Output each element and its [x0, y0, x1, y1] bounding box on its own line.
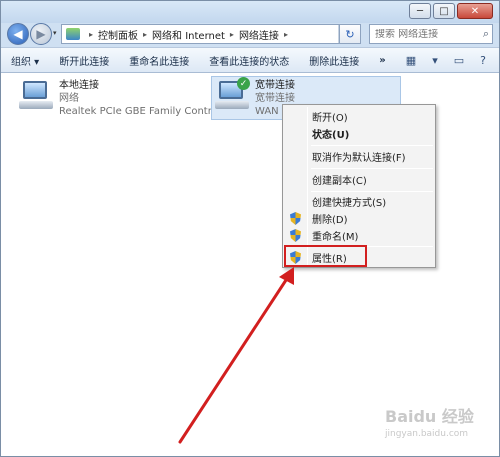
navigation-bar: ◀ ▶ ▾ ▸ 控制面板 ▸ 网络和 Internet ▸ 网络连接 ▸ ▾ ↻…	[1, 21, 499, 47]
menu-separator	[311, 168, 433, 169]
address-bar[interactable]: ▸ 控制面板 ▸ 网络和 Internet ▸ 网络连接 ▸ ▾	[61, 24, 361, 44]
menu-item-create-copy[interactable]: 创建副本(C)	[285, 171, 433, 188]
toolbar-icons: ▦ ▾ ▭ ?	[403, 52, 491, 68]
disconnect-button[interactable]: 断开此连接	[59, 53, 109, 68]
connected-check-icon: ✓	[237, 77, 250, 90]
help-icon[interactable]: ?	[475, 52, 491, 68]
connection-device: Realtek PCIe GBE Family Contr...	[59, 106, 221, 117]
rename-button[interactable]: 重命名此连接	[129, 53, 189, 68]
network-connections-window: ─ □ ✕ ◀ ▶ ▾ ▸ 控制面板 ▸ 网络和 Internet ▸ 网络连接…	[0, 0, 500, 457]
organize-menu[interactable]: 组织 ▾	[11, 53, 39, 68]
local-connection-item[interactable]: 本地连接 网络 Realtek PCIe GBE Family Contr...	[19, 79, 220, 118]
breadcrumb-separator-icon[interactable]: ▸	[143, 30, 147, 39]
menu-item-label: 删除(D)	[312, 215, 348, 226]
network-adapter-icon	[19, 79, 55, 113]
more-commands-button[interactable]: »	[379, 55, 385, 66]
watermark-url: jingyan.baidu.com	[385, 429, 469, 439]
breadcrumb-network-internet[interactable]: 网络和 Internet	[152, 27, 225, 42]
delete-button[interactable]: 删除此连接	[309, 53, 359, 68]
view-status-button[interactable]: 查看此连接的状态	[209, 53, 289, 68]
breadcrumb-control-panel[interactable]: 控制面板	[98, 27, 138, 42]
search-box[interactable]: ⌕	[369, 24, 493, 44]
preview-pane-icon[interactable]: ▭	[451, 52, 467, 68]
breadcrumb-network-connections[interactable]: 网络连接	[239, 27, 279, 42]
menu-separator	[311, 145, 433, 146]
connection-name: 本地连接	[59, 80, 99, 91]
forward-arrow-icon[interactable]: ▶	[30, 23, 52, 45]
menu-separator	[311, 191, 433, 192]
connection-name: 宽带连接	[255, 80, 295, 91]
context-menu: 断开(O) 状态(U) 取消作为默认连接(F) 创建副本(C) 创建快捷方式(S…	[282, 104, 436, 268]
connection-network: 网络	[59, 93, 79, 104]
close-button[interactable]: ✕	[457, 3, 493, 19]
window-controls: ─ □ ✕	[409, 3, 493, 19]
menu-item-delete[interactable]: 删除(D)	[285, 210, 433, 227]
broadband-adapter-icon: ✓	[215, 77, 251, 113]
menu-item-rename[interactable]: 重命名(M)	[285, 227, 433, 244]
menu-item-label: 重命名(M)	[312, 232, 359, 243]
menu-item-create-shortcut[interactable]: 创建快捷方式(S)	[285, 193, 433, 210]
uac-shield-icon	[290, 229, 301, 242]
recent-pages-dropdown-icon[interactable]: ▾	[53, 29, 57, 37]
menu-item-cancel-default[interactable]: 取消作为默认连接(F)	[285, 148, 433, 165]
view-options-icon[interactable]: ▦	[403, 52, 419, 68]
title-bar: ─ □ ✕	[1, 1, 499, 23]
search-input[interactable]	[375, 28, 471, 40]
baidu-jingyan-watermark: Baidu 经验	[385, 407, 474, 426]
breadcrumb-separator-icon[interactable]: ▸	[230, 30, 234, 39]
menu-item-disconnect[interactable]: 断开(O)	[285, 108, 433, 125]
command-toolbar: 组织 ▾ 断开此连接 重命名此连接 查看此连接的状态 删除此连接 » ▦ ▾ ▭…	[1, 47, 499, 73]
control-panel-icon	[66, 28, 80, 40]
breadcrumb-separator-icon[interactable]: ▸	[284, 30, 288, 39]
refresh-button[interactable]: ↻	[339, 24, 361, 44]
maximize-button[interactable]: □	[433, 3, 455, 19]
menu-item-status[interactable]: 状态(U)	[285, 125, 433, 142]
breadcrumb-separator-icon[interactable]: ▸	[89, 30, 93, 39]
properties-highlight-box	[284, 245, 367, 267]
back-arrow-icon[interactable]: ◀	[7, 23, 29, 45]
local-connection-text: 本地连接 网络 Realtek PCIe GBE Family Contr...	[59, 79, 220, 118]
uac-shield-icon	[290, 212, 301, 225]
search-icon[interactable]: ⌕	[483, 27, 489, 41]
view-dropdown-icon[interactable]: ▾	[427, 52, 443, 68]
minimize-button[interactable]: ─	[409, 3, 431, 19]
